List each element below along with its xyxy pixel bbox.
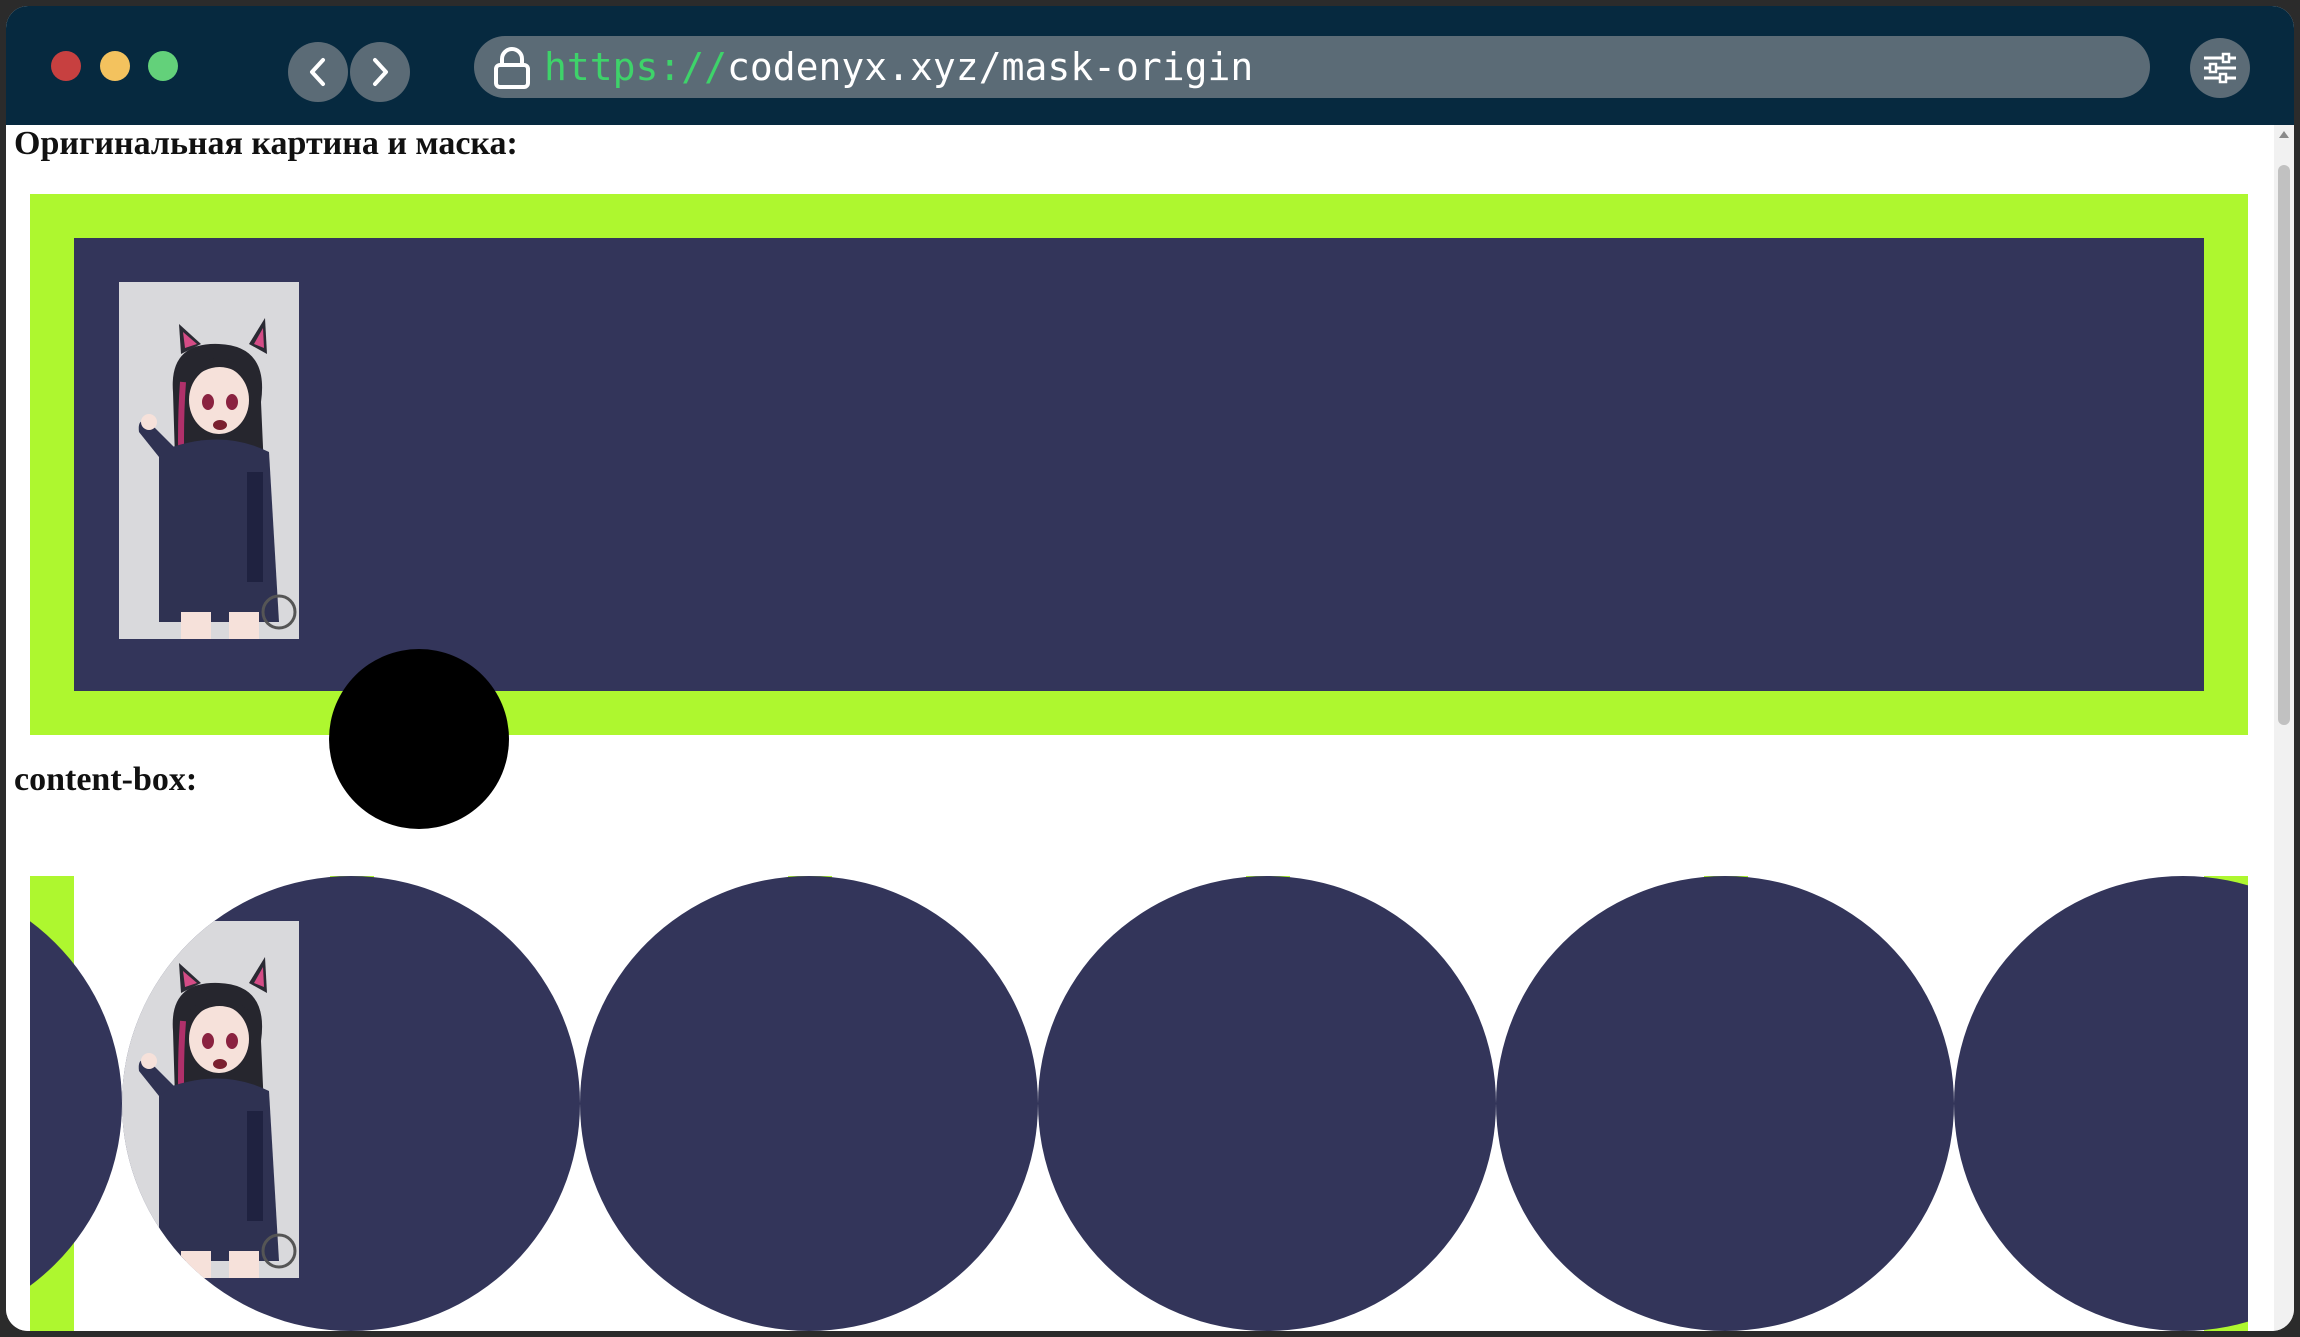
close-window-button[interactable] xyxy=(51,51,81,81)
anime-girl-picture xyxy=(119,282,299,639)
minimize-window-button[interactable] xyxy=(100,51,130,81)
anime-girl-illustration xyxy=(119,282,299,639)
address-bar[interactable]: https://codenyx.xyz/mask-origin xyxy=(474,36,2150,98)
vertical-scrollbar[interactable] xyxy=(2274,125,2294,1331)
original-demo-box xyxy=(30,194,2248,829)
content-box-demo xyxy=(30,876,2248,1331)
url-path: codenyx.xyz/mask-origin xyxy=(727,45,1254,89)
scrollbar-thumb[interactable] xyxy=(2278,165,2290,725)
url-scheme: https:// xyxy=(544,45,728,89)
settings-menu-button[interactable] xyxy=(2190,38,2250,98)
scroll-up-arrow-icon[interactable] xyxy=(2279,131,2289,138)
lock-icon xyxy=(494,47,530,89)
heading-content-box: content-box: xyxy=(14,761,198,798)
maximize-window-button[interactable] xyxy=(148,51,178,81)
masked-picture-clip xyxy=(122,921,299,1278)
mask-circle-image xyxy=(329,649,509,829)
original-content-area xyxy=(74,238,2204,691)
chevron-right-icon xyxy=(373,58,388,86)
sliders-icon xyxy=(2204,52,2236,84)
forward-button[interactable] xyxy=(350,42,410,102)
page-content: Оригинальная картина и маска: content-bo… xyxy=(6,125,2274,1331)
back-button[interactable] xyxy=(288,42,348,102)
browser-window: https://codenyx.xyz/mask-origin Оригинал… xyxy=(6,6,2294,1331)
heading-original: Оригинальная картина и маска: xyxy=(14,125,518,162)
url-text[interactable]: https://codenyx.xyz/mask-origin xyxy=(544,42,1253,92)
browser-toolbar: https://codenyx.xyz/mask-origin xyxy=(6,6,2294,125)
chevron-left-icon xyxy=(310,58,325,86)
